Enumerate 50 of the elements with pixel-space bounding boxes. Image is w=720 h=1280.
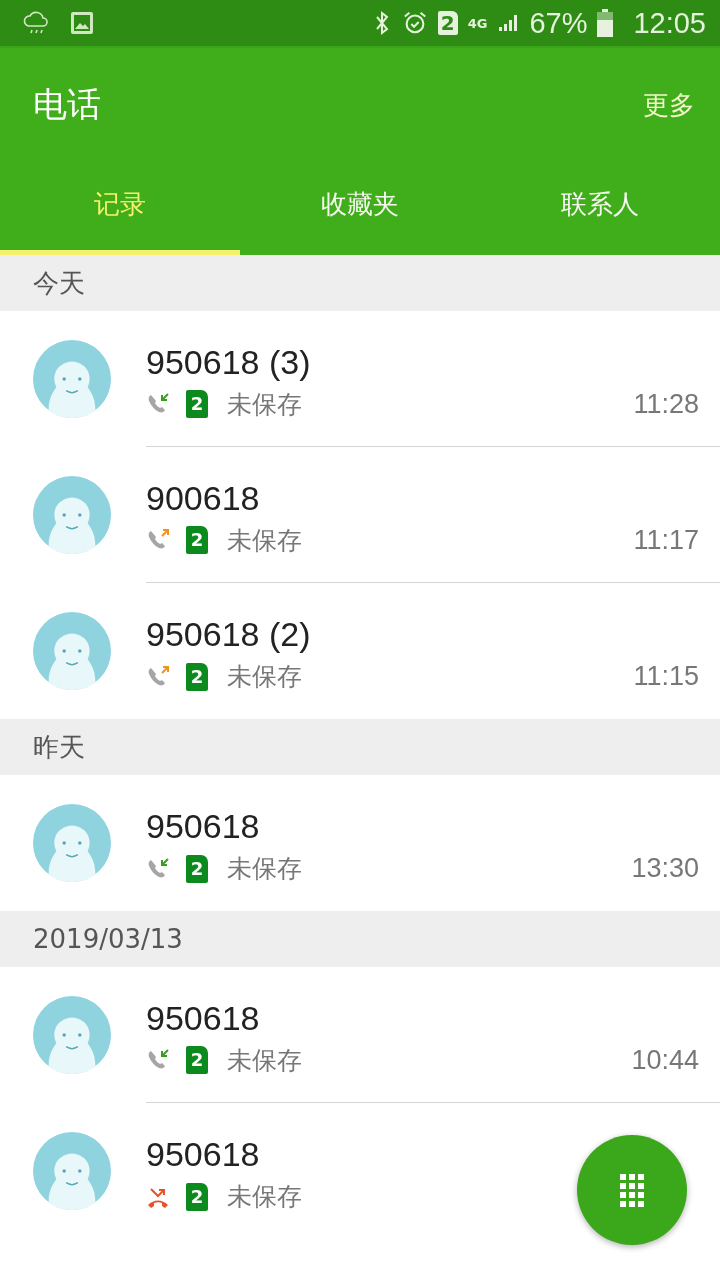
signal-icon — [497, 13, 520, 33]
contact-status: 未保存 — [227, 388, 302, 421]
contact-number: 950618 (3) — [146, 342, 312, 382]
contact-status: 未保存 — [227, 1044, 302, 1077]
sim-badge: 2 — [186, 526, 208, 554]
battery-icon — [597, 9, 614, 37]
avatar-icon — [33, 476, 111, 554]
sim-badge: 2 — [186, 1182, 208, 1211]
call-time: 13:30 — [631, 853, 699, 884]
contact-status: 未保存 — [227, 1181, 302, 1213]
contact-number: 950618 — [146, 1135, 261, 1174]
section-header: 昨天 — [0, 719, 720, 775]
contact-status: 未保存 — [227, 661, 302, 693]
dialpad-icon — [620, 1173, 644, 1207]
call-log-item[interactable]: 950618 2 未保存 13:30 — [0, 775, 720, 911]
app-title: 电话 — [33, 83, 101, 126]
sim-badge: 2 — [186, 390, 208, 418]
section-header: 2019/03/13 — [0, 911, 720, 967]
call-time: 11:17 — [633, 524, 699, 556]
avatar-icon — [33, 612, 111, 690]
contact-number: 900618 — [146, 478, 261, 518]
avatar-icon — [33, 1132, 111, 1210]
battery-percent: 67% — [529, 6, 588, 40]
call-time: 11:28 — [633, 388, 699, 420]
cloud-rain-icon — [22, 10, 50, 36]
avatar-icon — [33, 340, 111, 418]
section-header: 今天 — [0, 255, 720, 311]
call-log-item[interactable]: 950618 (2) 2 未保存 11:15 — [0, 583, 720, 719]
call-log-item[interactable]: 900618 2 未保存 11:17 — [0, 447, 720, 583]
contact-status: 未保存 — [227, 524, 302, 557]
contact-status: 未保存 — [227, 853, 302, 885]
sim-badge: 2 — [186, 1046, 208, 1074]
avatar-icon — [33, 996, 111, 1074]
sim-card-icon: 2 — [437, 11, 458, 35]
call-time: 11:15 — [633, 661, 699, 692]
contact-number: 950618 — [146, 998, 261, 1038]
call-time: 10:44 — [631, 1044, 699, 1076]
sim-badge: 2 — [186, 662, 208, 691]
image-icon — [70, 11, 94, 35]
network-type-icon: 4G — [467, 15, 488, 31]
call-log-item[interactable]: 950618 2 未保存 10:44 — [0, 967, 720, 1103]
call-log-item[interactable]: 950618 (3) 2 未保存 11:28 — [0, 311, 720, 447]
sim-badge: 2 — [186, 854, 208, 883]
contact-number: 950618 (2) — [146, 615, 312, 654]
contact-number: 950618 — [146, 807, 261, 846]
call-log-item[interactable]: 950618 2 未保存 — [0, 1103, 720, 1239]
avatar-icon — [33, 804, 111, 882]
dialpad-button[interactable] — [577, 1135, 687, 1245]
clock: 12:05 — [633, 6, 706, 40]
alarm-clock-icon — [401, 10, 428, 36]
